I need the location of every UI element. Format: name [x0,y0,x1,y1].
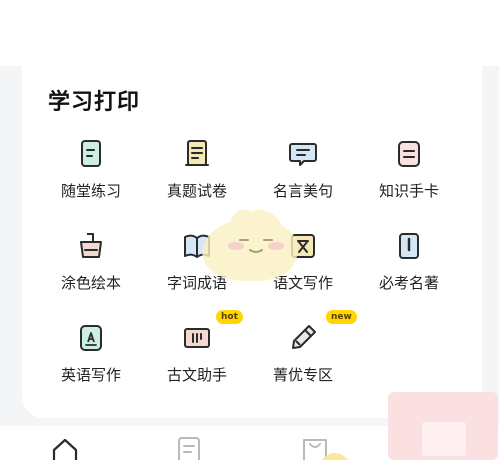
item-quotes[interactable]: 名言美句 [250,138,356,210]
mascot-icon [202,209,298,282]
paint-bucket-icon [80,233,102,258]
item-label: 必考名著 [378,274,439,292]
top-band [0,0,499,66]
profile-tab-highlight[interactable] [388,392,498,460]
english-icon [80,325,102,351]
item-label: 菁优专区 [272,366,333,384]
new-badge: new [326,310,357,324]
document-icon [81,140,101,167]
classic-book-icon [399,233,419,259]
notes-icon[interactable] [174,436,204,460]
scroll-icon [185,140,209,166]
item-label: 真题试卷 [166,182,227,200]
item-classic-books[interactable]: 必考名著 [356,230,462,302]
item-ancient-text-helper[interactable]: hot 古文助手 [144,310,250,394]
card-icon [398,141,420,167]
item-label: 随堂练习 [60,182,121,200]
item-label: 知识手卡 [378,182,439,200]
item-practice[interactable]: 随堂练习 [38,138,144,210]
home-icon[interactable] [50,436,80,460]
chat-icon [289,143,317,166]
item-label: 古文助手 [166,366,227,384]
section-title: 学习打印 [48,90,141,115]
ancient-text-icon [184,328,210,348]
item-exam-papers[interactable]: 真题试卷 [144,138,250,210]
mascot-peek-icon [321,453,349,460]
item-label: 英语写作 [60,366,121,384]
item-jingyou-zone[interactable]: new 菁优专区 [250,310,357,394]
item-knowledge-cards[interactable]: 知识手卡 [356,138,462,210]
profile-tab-inner [422,422,466,456]
item-english-writing[interactable]: 英语写作 [38,322,144,394]
item-coloring-book[interactable]: 涂色绘本 [38,230,144,302]
hot-badge: hot [216,310,243,324]
item-label: 名言美句 [272,182,333,200]
pen-icon [292,325,316,349]
item-label: 涂色绘本 [60,274,121,292]
